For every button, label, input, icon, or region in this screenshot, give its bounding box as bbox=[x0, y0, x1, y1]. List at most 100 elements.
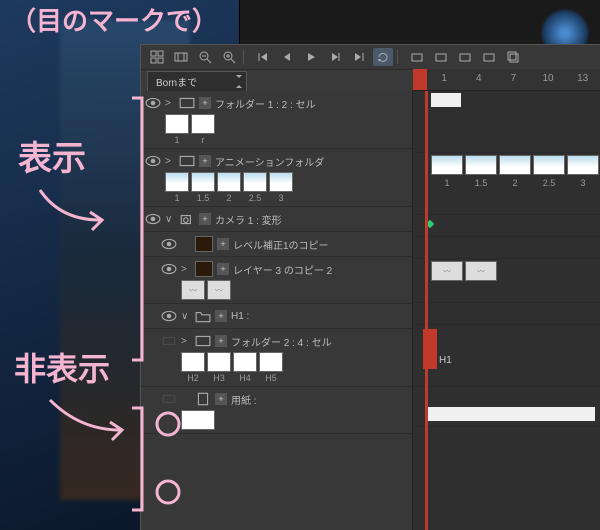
cel-num: H4 bbox=[233, 373, 257, 383]
layer-row-h1[interactable]: ∨ + H1 : bbox=[141, 304, 412, 329]
track-select[interactable]: Bornまで bbox=[147, 71, 247, 92]
tl-row[interactable]: H1 bbox=[413, 325, 600, 387]
cel-num: r bbox=[191, 135, 215, 145]
eye-icon-off[interactable] bbox=[161, 334, 177, 348]
add-icon[interactable]: + bbox=[215, 335, 227, 347]
cel-thumb[interactable] bbox=[243, 172, 267, 192]
zoom-in-icon[interactable] bbox=[219, 48, 239, 66]
eye-icon[interactable] bbox=[161, 309, 177, 323]
layer-label: カメラ 1 : 変形 bbox=[215, 212, 282, 227]
tl-cel[interactable]: 〰 bbox=[431, 261, 463, 281]
tl-num: 1 bbox=[431, 178, 463, 188]
playhead[interactable] bbox=[425, 91, 428, 530]
filmstrip-icon bbox=[179, 154, 195, 168]
chevron-right-icon[interactable]: > bbox=[165, 98, 175, 109]
tl-row[interactable] bbox=[413, 303, 600, 325]
eye-icon[interactable] bbox=[161, 237, 177, 251]
tl-row[interactable]: 1 1.5 2 2.5 3 bbox=[413, 153, 600, 215]
cel-thumb[interactable] bbox=[233, 352, 257, 372]
tl-cel[interactable] bbox=[465, 155, 497, 175]
tl-num: 1.5 bbox=[465, 178, 497, 188]
chevron-right-icon[interactable]: > bbox=[165, 156, 175, 167]
tl-row[interactable] bbox=[413, 387, 600, 427]
timeline-tracks[interactable]: 1 1.5 2 2.5 3 〰〰 H1 bbox=[413, 91, 600, 530]
tl-row[interactable] bbox=[413, 91, 600, 153]
onion3-icon[interactable] bbox=[455, 48, 475, 66]
ruler-num: 4 bbox=[461, 69, 496, 90]
go-end-icon[interactable] bbox=[349, 48, 369, 66]
prev-frame-icon[interactable] bbox=[277, 48, 297, 66]
layer-row-camera[interactable]: ∨ + カメラ 1 : 変形 bbox=[141, 207, 412, 232]
eye-icon[interactable] bbox=[145, 96, 161, 110]
eye-icon[interactable] bbox=[145, 212, 161, 226]
filmstrip-icon bbox=[195, 334, 211, 348]
tl-cel[interactable] bbox=[431, 155, 463, 175]
layer-row-animfolder[interactable]: > + アニメーションフォルダ 1 1.5 2 2.5 bbox=[141, 149, 412, 207]
paper-thumb bbox=[181, 410, 215, 430]
layer-row-level[interactable]: + レベル補正1のコピー bbox=[141, 232, 412, 257]
tl-cel[interactable] bbox=[533, 155, 565, 175]
cel-thumb[interactable] bbox=[259, 352, 283, 372]
stack-icon[interactable] bbox=[503, 48, 523, 66]
add-icon[interactable]: + bbox=[215, 310, 227, 322]
next-frame-icon[interactable] bbox=[325, 48, 345, 66]
onion2-icon[interactable] bbox=[431, 48, 451, 66]
ruler-num: 7 bbox=[496, 69, 531, 90]
add-icon[interactable]: + bbox=[199, 213, 211, 225]
onion1-icon[interactable] bbox=[407, 48, 427, 66]
cel-thumb[interactable] bbox=[269, 172, 293, 192]
cel-thumb[interactable]: 〰 bbox=[207, 280, 231, 300]
add-icon[interactable]: + bbox=[217, 238, 229, 250]
zoom-out-icon[interactable] bbox=[195, 48, 215, 66]
frame-ruler[interactable]: 1 4 7 10 13 bbox=[413, 69, 600, 91]
cel-thumb[interactable] bbox=[207, 352, 231, 372]
add-icon[interactable]: + bbox=[199, 155, 211, 167]
chevron-down-icon[interactable]: ∨ bbox=[181, 311, 191, 322]
add-icon[interactable]: + bbox=[199, 97, 211, 109]
layer-row-folder1[interactable]: > + フォルダー 1 : 2 : セル 1 r bbox=[141, 91, 412, 149]
cel-thumb[interactable] bbox=[217, 172, 241, 192]
cel-thumb[interactable]: 〰 bbox=[181, 280, 205, 300]
layer-row-paper[interactable]: + 用紙 : bbox=[141, 387, 412, 434]
add-icon[interactable]: + bbox=[217, 263, 229, 275]
layer-tree: > + フォルダー 1 : 2 : セル 1 r > bbox=[141, 91, 413, 530]
cel-thumb[interactable] bbox=[191, 172, 215, 192]
cel-num: 1 bbox=[165, 193, 189, 203]
ruler-start-marker bbox=[413, 69, 427, 90]
clip-bar[interactable] bbox=[425, 407, 595, 421]
eye-icon-off[interactable] bbox=[161, 392, 177, 406]
chevron-right-icon[interactable]: > bbox=[181, 336, 191, 347]
play-icon[interactable] bbox=[301, 48, 321, 66]
chevron-right-icon[interactable]: > bbox=[181, 264, 191, 275]
tl-cel[interactable] bbox=[567, 155, 599, 175]
tl-row[interactable] bbox=[413, 237, 600, 259]
cel-thumb[interactable] bbox=[181, 352, 205, 372]
onion4-icon[interactable] bbox=[479, 48, 499, 66]
chevron-down-icon[interactable]: ∨ bbox=[165, 214, 175, 225]
thumbnails-icon[interactable] bbox=[147, 48, 167, 66]
clip-bar[interactable] bbox=[431, 93, 461, 107]
paper-icon bbox=[195, 392, 211, 406]
tl-cel[interactable] bbox=[499, 155, 531, 175]
tl-num: 2 bbox=[499, 178, 531, 188]
tl-cel[interactable]: 〰 bbox=[465, 261, 497, 281]
cel-num: H3 bbox=[207, 373, 231, 383]
cel-thumb[interactable] bbox=[191, 114, 215, 134]
go-start-icon[interactable] bbox=[253, 48, 273, 66]
eye-icon[interactable] bbox=[145, 154, 161, 168]
layer-thumb bbox=[195, 261, 213, 277]
layer-row-layer3[interactable]: > + レイヤー 3 のコピー 2 〰〰 bbox=[141, 257, 412, 304]
cel-thumb[interactable] bbox=[165, 172, 189, 192]
filmstrip-icon[interactable] bbox=[171, 48, 191, 66]
layer-row-folder2[interactable]: > + フォルダー 2 : 4 : セル H2 H3 H4 H5 bbox=[141, 329, 412, 387]
separator bbox=[397, 50, 403, 64]
layer-label: 用紙 : bbox=[231, 392, 257, 407]
tl-row[interactable]: 〰〰 bbox=[413, 259, 600, 303]
tl-row[interactable] bbox=[413, 215, 600, 237]
add-icon[interactable]: + bbox=[215, 393, 227, 405]
cel-thumb[interactable] bbox=[165, 114, 189, 134]
layer-label: レベル補正1のコピー bbox=[233, 237, 329, 252]
loop-icon[interactable] bbox=[373, 48, 393, 66]
eye-icon[interactable] bbox=[161, 262, 177, 276]
cel-num: H2 bbox=[181, 373, 205, 383]
